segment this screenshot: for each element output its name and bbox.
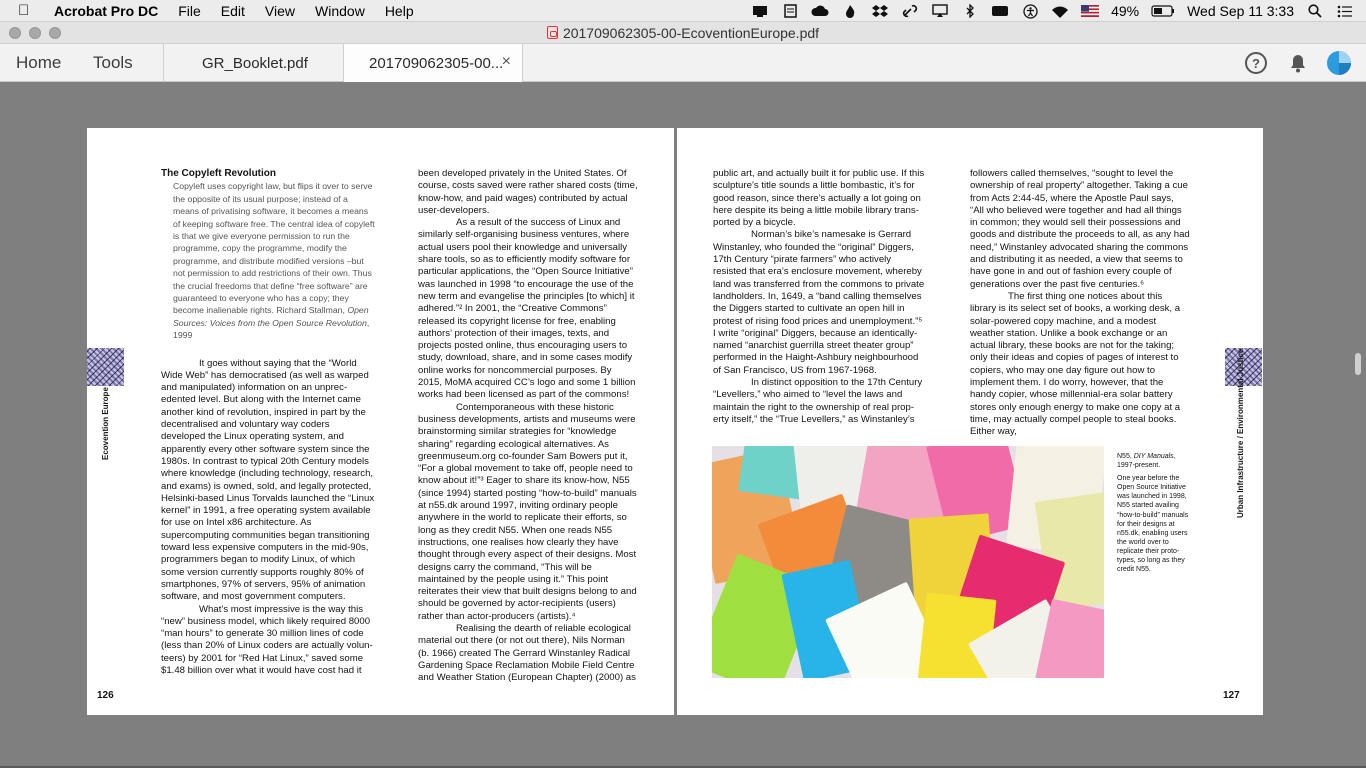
page-number: 126 [97,690,114,701]
pdf-file-icon [546,26,558,39]
epigraph-quote: Copyleft uses copyright law, but flips i… [161,180,375,341]
airplay-icon[interactable] [931,4,949,18]
quote-text: Copyleft uses copyright law, but flips i… [173,181,375,316]
help-icon[interactable]: ? [1245,52,1267,74]
body-paragraph: In distinct opposition to the 17th Centu… [713,377,923,425]
cast-icon[interactable] [751,4,769,18]
bluetooth-icon[interactable] [961,4,979,18]
wifi-icon[interactable] [1051,4,1069,18]
dropbox-icon[interactable] [871,4,889,18]
window-title-bar: 201709062305-00-EcoventionEurope.pdf [0,22,1366,44]
menu-file[interactable]: File [168,3,211,19]
window-title: 201709062305-00-EcoventionEurope.pdf [0,25,1366,41]
flag-us-icon[interactable] [1081,4,1100,18]
right-page-column-2: followers called themselves, “sought to … [970,168,1190,439]
tools-tab[interactable]: Tools [93,53,133,73]
notification-center-icon[interactable] [1336,4,1354,18]
running-section-label: Urban Infrastructure / Environmental Jus… [1236,348,1245,518]
menu-view[interactable]: View [255,3,305,19]
body-paragraph: What’s most impressive is the way this “… [161,603,373,676]
pdf-page-127: public art, and actually built it for pu… [677,128,1263,715]
document-tab-ecovention[interactable]: 201709062305-00... × [343,44,523,82]
document-tab-label: GR_Booklet.pdf [202,55,308,72]
body-paragraph: As a result of the success of Linux and … [418,217,636,401]
pdf-page-126: The Copyleft Revolution Copyleft uses co… [87,128,674,715]
running-section-label: Ecovention Europe [101,387,110,460]
battery-percent[interactable]: 49% [1111,3,1139,19]
link-icon[interactable] [901,4,919,18]
clock[interactable]: Wed Sep 11 3:33 [1187,3,1294,19]
body-paragraph: followers called themselves, “sought to … [970,168,1190,290]
body-paragraph: The first thing one notices about this l… [970,290,1181,438]
photo-caption: N55, DIY Manuals, 1997-present. One year… [1117,452,1193,574]
body-paragraph: It goes without saying that the “World W… [161,357,375,603]
menu-bar:  Acrobat Pro DC File Edit View Window H… [0,0,1366,22]
body-paragraph: Contemporaneous with these historic busi… [418,401,637,622]
home-tab[interactable]: Home [16,53,61,73]
caption-body: One year before the Open Source Initia­t… [1117,475,1189,574]
acrobat-tab-bar: Home Tools GR_Booklet.pdf 201709062305-0… [0,44,1366,82]
caption-title: N55, DIY Manuals, 1997-present. [1117,452,1193,470]
page-number: 127 [1223,690,1240,701]
status-area: 49% Wed Sep 11 3:33 [745,0,1366,22]
vertical-scrollbar-thumb[interactable] [1355,353,1361,375]
caption-title-work: DIY Manuals [1133,453,1174,460]
section-heading: The Copyleft Revolution [161,168,276,179]
document-viewport[interactable]: The Copyleft Revolution Copyleft uses co… [0,83,1366,768]
user-avatar[interactable] [1326,50,1352,76]
left-page-column-1: The Copyleft Revolution Copyleft uses co… [161,168,375,677]
flame-icon[interactable] [841,4,859,18]
body-paragraph: Norman’s bike’s namesake is Gerrard Wins… [713,229,925,376]
battery-icon[interactable] [1151,4,1175,18]
body-paragraph: been developed privately in the United S… [418,168,638,216]
creative-cloud-icon[interactable] [811,4,829,18]
menu-app-name[interactable]: Acrobat Pro DC [54,3,168,19]
notifications-bell-icon[interactable] [1287,52,1309,74]
document-tab-label: 201709062305-00... [369,55,504,72]
vpn-icon[interactable] [991,4,1009,18]
menu-help[interactable]: Help [375,3,424,19]
diy-manuals-photo [712,446,1104,678]
caption-title-part: N55, [1117,453,1134,460]
left-page-column-2: been developed privately in the United S… [418,168,638,684]
spotlight-search-icon[interactable] [1306,4,1324,18]
body-paragraph: public art, and actually built it for pu… [713,168,925,229]
notes-icon[interactable] [781,4,799,18]
right-page-column-1: public art, and actually built it for pu… [713,168,925,426]
apple-menu-icon[interactable]:  [18,2,36,19]
section-marker-texture [87,348,124,386]
body-paragraph: Realising the dearth of reliable ecologi… [418,622,636,684]
window-title-text: 201709062305-00-EcoventionEurope.pdf [562,25,820,41]
close-tab-icon[interactable]: × [502,53,511,71]
document-tab-gr-booklet[interactable]: GR_Booklet.pdf [163,44,343,82]
menu-edit[interactable]: Edit [211,3,255,19]
accessibility-icon[interactable] [1021,3,1039,19]
menu-window[interactable]: Window [305,3,375,19]
